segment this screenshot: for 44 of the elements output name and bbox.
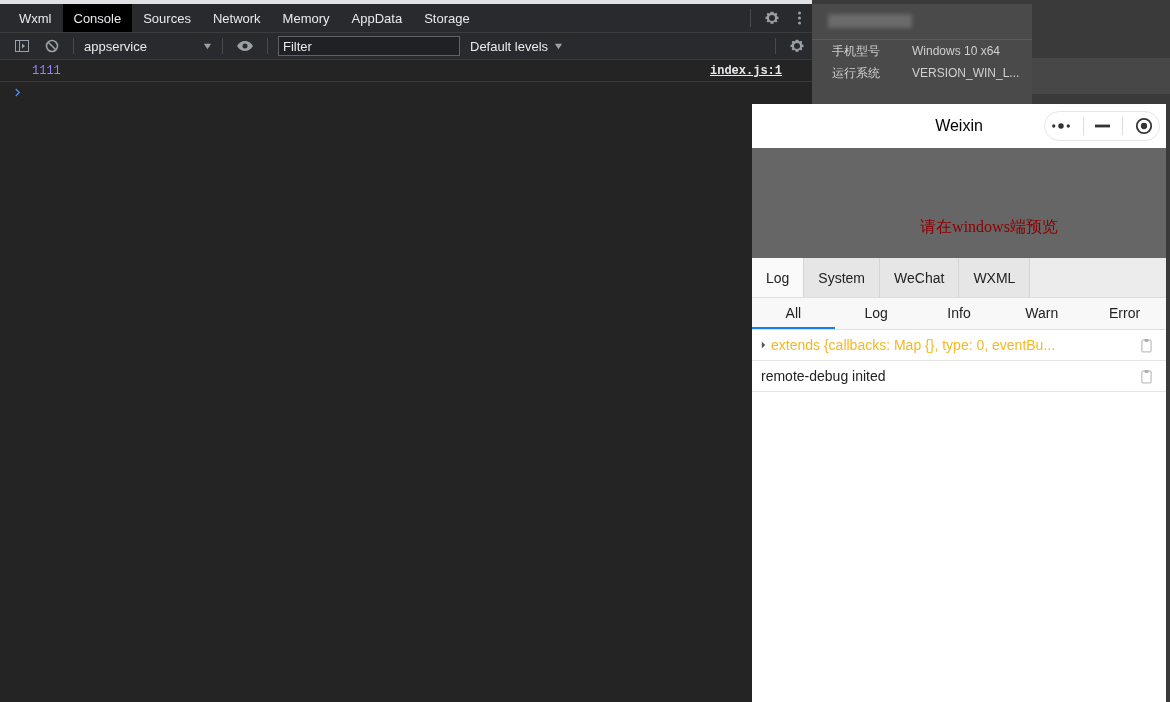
panel-tab[interactable]: Storage [413,4,481,32]
clipboard-icon[interactable] [1141,368,1152,384]
console-message: 1111 [32,64,61,78]
panel-tab[interactable]: Wxml [8,4,63,32]
debug-panel-tab[interactable]: WXML [959,258,1031,297]
close-icon[interactable] [1135,117,1154,135]
filter-field[interactable]: Filter [278,36,460,56]
info-label: 手机型号 [832,42,881,60]
prompt-icon [14,87,21,97]
settings-icon[interactable] [764,10,780,26]
debug-panel-tab[interactable]: WeChat [880,258,960,297]
panel-tab[interactable]: Memory [271,4,341,32]
filter-tab[interactable]: Error [1083,298,1166,329]
log-entry: extends {callbacks: Map {}, type: 0, eventBu... [771,337,1056,353]
panel-tab[interactable]: AppData [340,4,414,32]
debug-panel-tab[interactable]: System [804,258,881,297]
levels-dropdown[interactable]: Default levels [464,37,570,55]
caret-icon [203,41,212,51]
clipboard-icon[interactable] [1141,337,1152,353]
more-icon[interactable] [797,10,802,26]
filter-tab[interactable]: Warn [1000,298,1084,329]
eye-icon[interactable] [236,40,254,52]
debug-panel-tab[interactable]: Log [752,258,805,297]
filter-tab[interactable]: All [752,298,835,329]
panel-tab[interactable]: Console [62,4,133,32]
filter-tab[interactable]: Info [917,298,1001,329]
sidebar-toggle-icon[interactable] [14,38,30,54]
expand-icon[interactable] [761,341,766,349]
filter-tab[interactable]: Log [834,298,918,329]
preview-message: 请在windows端预览 [920,217,1058,237]
source-link[interactable]: index.js:1 [710,64,782,78]
more-icon[interactable] [1050,122,1071,130]
info-value: Windows 10 x64 [912,44,1001,58]
info-label: 运行系统 [832,64,881,82]
panel-tab[interactable]: Sources [132,4,202,32]
log-entry: remote-debug inited [761,368,886,384]
clear-icon[interactable] [44,38,60,54]
context-select[interactable]: appservice [80,38,216,54]
settings-icon[interactable] [789,38,805,54]
caret-icon [554,41,564,51]
window-title: Weixin [935,117,983,135]
panel-tab[interactable]: Network [201,4,272,32]
info-value: VERSION_WIN_L... [912,66,1020,80]
minimize-icon[interactable] [1095,124,1111,128]
